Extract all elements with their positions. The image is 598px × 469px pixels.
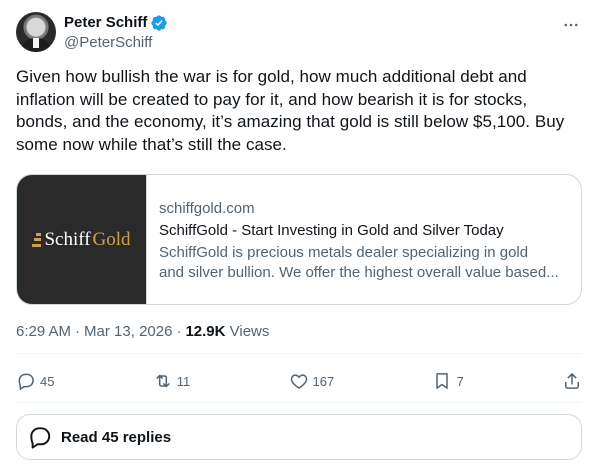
link-card[interactable]: Schiff Gold schiffgold.com SchiffGold - S… — [16, 174, 582, 305]
read-replies-button[interactable]: Read 45 replies — [16, 414, 582, 460]
views-label: Views — [229, 323, 270, 340]
name-row: Peter Schiff — [64, 14, 168, 32]
divider — [16, 353, 582, 354]
card-title: SchiffGold - Start Investing in Gold and… — [159, 222, 504, 239]
bookmark-count: 7 — [456, 373, 464, 389]
card-description-line: and silver bullion. We offer the highest… — [159, 264, 559, 281]
tweet-header: Peter Schiff @PeterSchiff — [16, 12, 582, 54]
bookmark-button[interactable]: 7 — [432, 371, 464, 391]
action-bar: 45 11 167 7 — [16, 362, 582, 400]
gold-bars-icon — [32, 232, 42, 247]
card-body: schiffgold.com SchiffGold - Start Invest… — [147, 175, 581, 304]
reply-button[interactable]: 45 — [16, 371, 54, 391]
logo-text-gold: Gold — [92, 228, 131, 250]
logo-text-schiff: Schiff — [44, 228, 91, 250]
avatar-collar — [33, 38, 39, 48]
display-name[interactable]: Peter Schiff — [64, 14, 147, 32]
card-description-line: SchiffGold is precious metals dealer spe… — [159, 244, 529, 261]
read-replies-label: Read 45 replies — [61, 428, 172, 446]
views: 12.9K Views — [185, 322, 269, 342]
share-button[interactable] — [562, 371, 582, 391]
tweet-meta: 6:29 AM · Mar 13, 2026 · 12.9K Views — [16, 322, 269, 342]
repost-button[interactable]: 11 — [153, 371, 191, 391]
tweet-time[interactable]: 6:29 AM — [16, 322, 71, 342]
reply-count: 45 — [40, 373, 55, 389]
like-icon — [290, 374, 307, 389]
card-domain: schiffgold.com — [159, 200, 255, 217]
verified-badge-icon — [151, 15, 168, 31]
views-count: 12.9K — [185, 323, 226, 340]
repost-icon — [156, 374, 170, 388]
tweet-text: Given how bullish the war is for gold, h… — [16, 67, 565, 154]
reply-bubble-icon — [30, 427, 51, 449]
like-button[interactable]: 167 — [289, 371, 335, 391]
share-icon — [564, 373, 579, 389]
bookmark-icon — [436, 373, 449, 389]
avatar[interactable] — [16, 12, 56, 52]
card-description: SchiffGold is precious metals dealer spe… — [159, 243, 569, 283]
tweet-date[interactable]: Mar 13, 2026 — [84, 322, 172, 342]
handle[interactable]: @PeterSchiff — [64, 34, 152, 52]
like-count: 167 — [312, 373, 335, 389]
divider — [16, 402, 582, 403]
meta-separator: · — [75, 323, 81, 340]
more-horizontal-icon[interactable] — [562, 16, 580, 34]
meta-separator: · — [176, 323, 182, 340]
reply-icon — [18, 373, 34, 390]
repost-count: 11 — [176, 373, 191, 389]
card-thumbnail: Schiff Gold — [17, 175, 147, 304]
schiffgold-logo: Schiff Gold — [32, 228, 131, 251]
